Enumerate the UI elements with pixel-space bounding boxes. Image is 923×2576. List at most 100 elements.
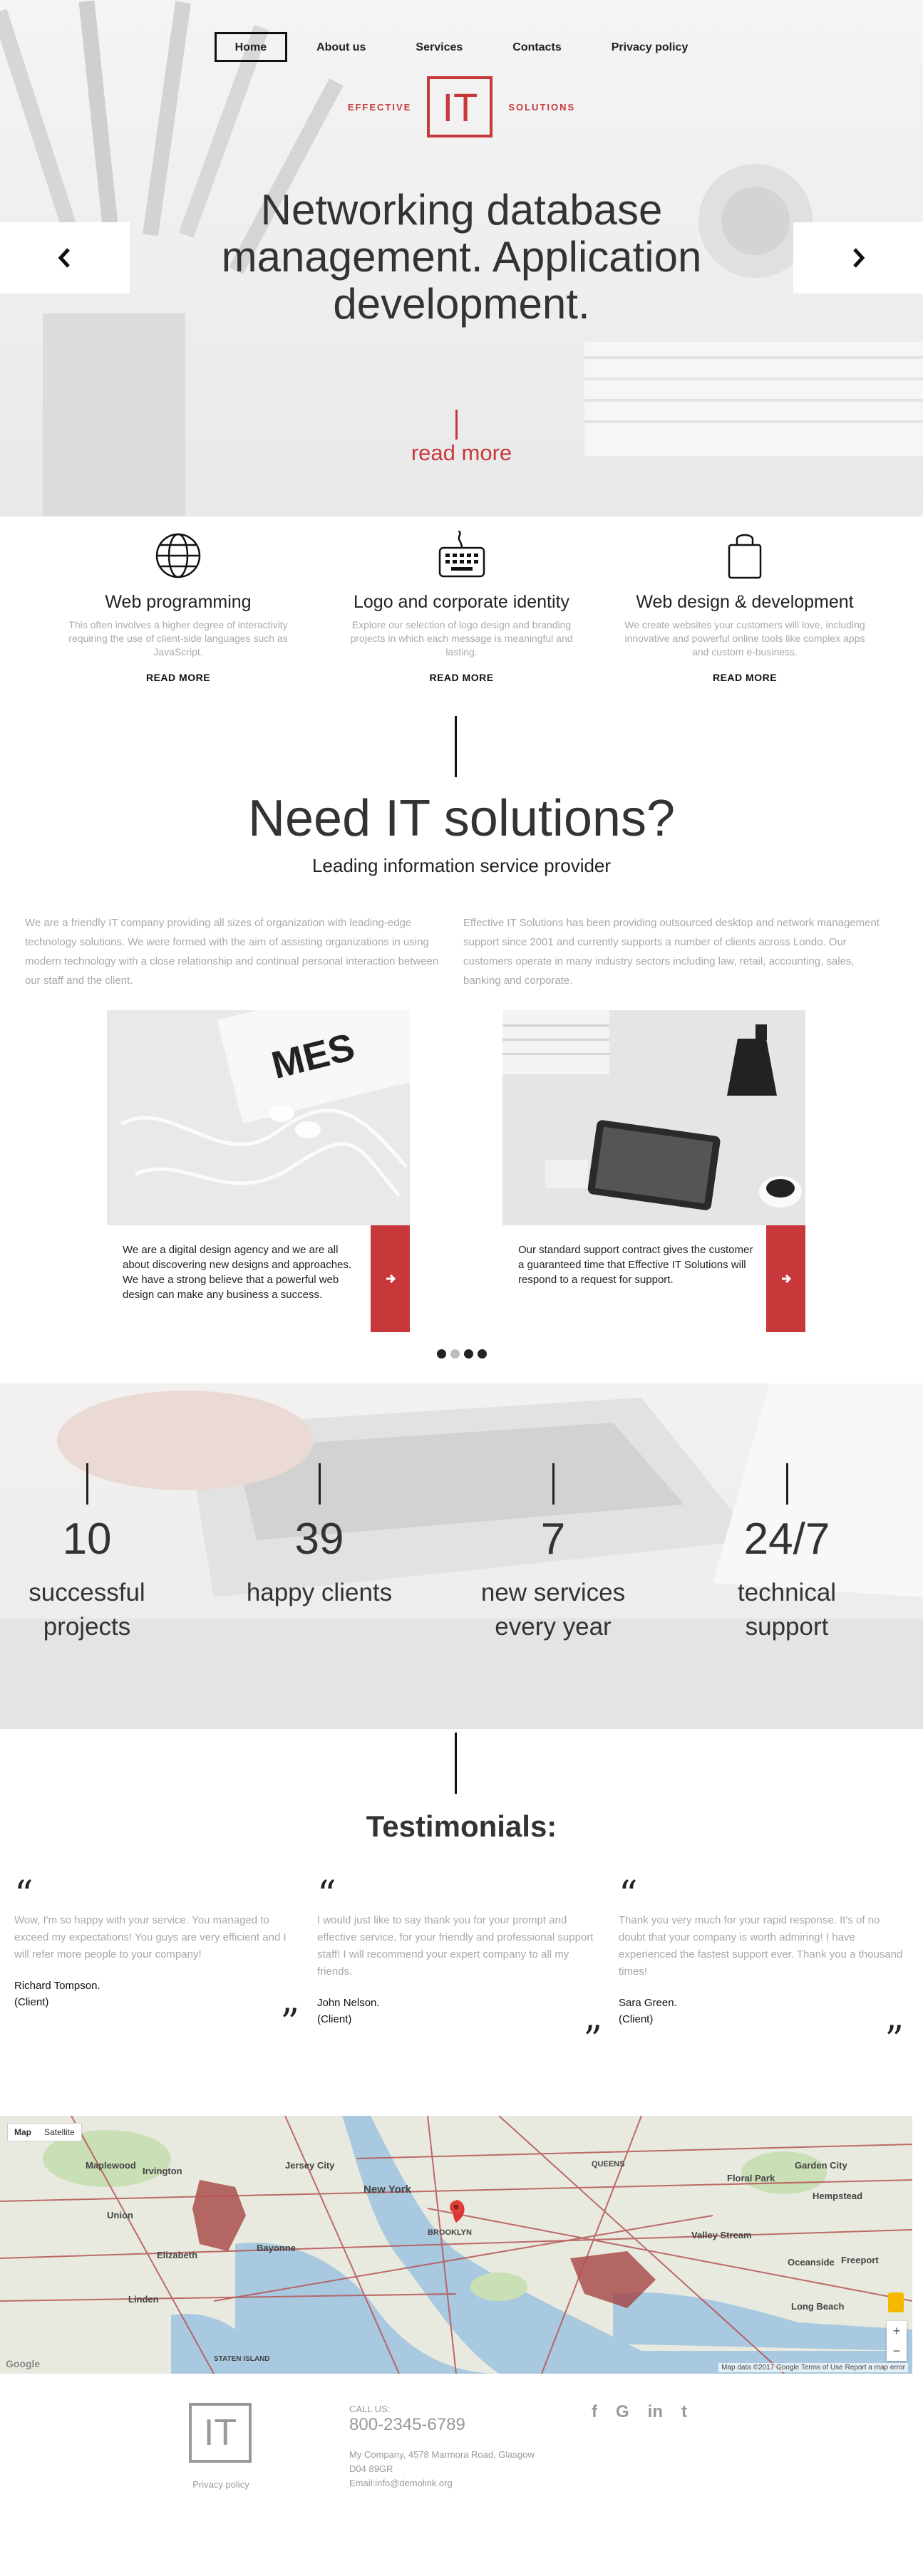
map-label: Long Beach bbox=[791, 2301, 845, 2312]
map-label: BROOKLYN bbox=[428, 2228, 472, 2237]
section-title: Need IT solutions? bbox=[247, 790, 676, 847]
testimonial-item: “ Thank you very much for your rapid res… bbox=[619, 1876, 904, 2059]
map-label: Freeport bbox=[841, 2255, 879, 2265]
feature-title: Web design & development bbox=[636, 592, 854, 612]
card-body: We are a digital design agency and we ar… bbox=[107, 1225, 410, 1332]
section-subtitle: Leading information service provider bbox=[311, 855, 612, 876]
map-label: Hempstead bbox=[813, 2191, 863, 2201]
close-quote-icon: ” bbox=[885, 2019, 904, 2062]
shopping-bag-icon bbox=[728, 534, 762, 579]
slider-dot[interactable] bbox=[477, 1349, 487, 1359]
section-divider bbox=[455, 1733, 457, 1794]
stat-number: 39 bbox=[294, 1515, 344, 1564]
stat-label: new services every year bbox=[480, 1579, 626, 1641]
logo-word-right: SOLUTIONS bbox=[508, 101, 576, 113]
map-canvas[interactable] bbox=[0, 2116, 912, 2374]
testimonial-text: Thank you very much for your rapid respo… bbox=[619, 1914, 903, 1978]
nav-privacy-policy[interactable]: Privacy policy bbox=[591, 32, 709, 62]
map-label: Bayonne bbox=[257, 2243, 296, 2253]
main-nav: Home About us Services Contacts Privacy … bbox=[0, 32, 923, 62]
google-logo[interactable]: Google bbox=[6, 2358, 40, 2369]
google-map[interactable]: Map Satellite Jersey City New York QUEEN… bbox=[0, 2116, 912, 2374]
stat-services: 7 new services every year bbox=[446, 1463, 660, 1644]
card-image-headphones: MES bbox=[107, 1010, 410, 1225]
hero-read-more-link[interactable]: read more bbox=[0, 440, 923, 466]
nav-home[interactable]: Home bbox=[214, 32, 288, 62]
map-label: STATEN ISLAND bbox=[214, 2355, 270, 2363]
slider-pagination bbox=[0, 1349, 923, 1359]
globe-icon bbox=[155, 533, 201, 578]
feature-text: This often involves a higher degree of i… bbox=[68, 619, 288, 658]
street-view-pegman-icon[interactable] bbox=[888, 2292, 904, 2312]
map-tab-satellite[interactable]: Satellite bbox=[38, 2124, 81, 2141]
testimonial-author: Richard Tompson. (Client) bbox=[14, 1980, 100, 2008]
map-label: Linden bbox=[128, 2294, 159, 2305]
info-card: MES We are a digital design agency and w… bbox=[107, 1010, 410, 1332]
slider-prev-button[interactable] bbox=[0, 222, 130, 294]
feature-logo-identity: Logo and corporate identity Explore our … bbox=[337, 527, 587, 685]
zoom-in-button[interactable]: + bbox=[887, 2321, 907, 2341]
stat-clients: 39 happy clients bbox=[212, 1463, 426, 1610]
arrow-right-icon bbox=[781, 1274, 791, 1284]
card-body: Our standard support contract gives the … bbox=[502, 1225, 805, 1332]
map-tab-map[interactable]: Map bbox=[8, 2124, 38, 2141]
feature-read-more-link[interactable]: READ MORE bbox=[146, 672, 210, 683]
feature-web-design: Web design & development We create websi… bbox=[620, 527, 870, 685]
close-quote-icon: ” bbox=[280, 2002, 299, 2045]
stat-projects: 10 successful projects bbox=[0, 1463, 194, 1644]
address-line: D04 89GR bbox=[349, 2463, 393, 2474]
zoom-out-button[interactable]: − bbox=[887, 2341, 907, 2361]
slider-dot[interactable] bbox=[436, 1349, 446, 1359]
footer-email[interactable]: Email:info@demolink.org bbox=[349, 2476, 577, 2491]
map-label: Garden City bbox=[795, 2160, 847, 2171]
features-row: Web programming This often involves a hi… bbox=[53, 527, 870, 685]
testimonial-item: “ Wow, I'm so happy with your service. Y… bbox=[14, 1874, 299, 2042]
hero-title: Networking database management. Applicat… bbox=[221, 186, 702, 328]
map-label: QUEENS bbox=[592, 2160, 625, 2169]
card-arrow-button[interactable] bbox=[371, 1225, 410, 1332]
chevron-right-icon bbox=[853, 248, 865, 268]
open-quote-icon: “ bbox=[317, 1874, 336, 1916]
nav-services[interactable]: Services bbox=[395, 32, 483, 62]
info-card: Our standard support contract gives the … bbox=[502, 1010, 805, 1332]
map-zoom-control: + − bbox=[887, 2321, 907, 2361]
site-logo[interactable]: EFFECTIVE IT SOLUTIONS bbox=[0, 75, 923, 139]
footer-logo[interactable]: IT bbox=[189, 2403, 252, 2463]
map-type-toggle[interactable]: Map Satellite bbox=[7, 2123, 82, 2141]
logo-word-left: EFFECTIVE bbox=[347, 101, 412, 113]
nav-about-us[interactable]: About us bbox=[296, 32, 386, 62]
open-quote-icon: “ bbox=[14, 1874, 33, 1916]
twitter-icon[interactable]: t bbox=[681, 2402, 687, 2422]
section-divider bbox=[455, 716, 457, 777]
map-attribution[interactable]: Map data ©2017 Google Terms of Use Repor… bbox=[718, 2363, 908, 2372]
close-quote-icon: ” bbox=[583, 2019, 602, 2062]
stat-support: 24/7 technical support bbox=[680, 1463, 894, 1644]
testimonial-author: Sara Green. (Client) bbox=[619, 1997, 677, 2025]
card-image-coffee-tablet bbox=[502, 1010, 805, 1225]
footer-phone[interactable]: 800-2345-6789 bbox=[349, 2415, 465, 2435]
footer-privacy-policy-link[interactable]: Privacy policy bbox=[175, 2479, 267, 2490]
linkedin-icon[interactable]: in bbox=[648, 2402, 663, 2422]
card-arrow-button[interactable] bbox=[766, 1225, 805, 1332]
map-label: Union bbox=[107, 2210, 133, 2221]
slider-dot[interactable] bbox=[463, 1349, 473, 1359]
social-links: f G in t bbox=[592, 2402, 687, 2422]
map-label: Jersey City bbox=[285, 2160, 335, 2171]
facebook-icon[interactable]: f bbox=[592, 2402, 597, 2422]
feature-read-more-link[interactable]: READ MORE bbox=[429, 672, 493, 683]
feature-web-programming: Web programming This often involves a hi… bbox=[53, 527, 303, 685]
map-label: Valley Stream bbox=[691, 2230, 752, 2240]
hero-divider bbox=[455, 410, 458, 440]
testimonial-author: John Nelson. (Client) bbox=[317, 1997, 380, 2025]
logo-mark: IT bbox=[427, 76, 493, 137]
stat-label: successful projects bbox=[29, 1579, 145, 1641]
google-plus-icon[interactable]: G bbox=[616, 2402, 629, 2422]
arrow-right-icon bbox=[386, 1274, 396, 1284]
feature-read-more-link[interactable]: READ MORE bbox=[713, 672, 777, 683]
feature-text: We create websites your customers will l… bbox=[624, 619, 865, 658]
stats-section: 10 successful projects 39 happy clients 7… bbox=[0, 1383, 923, 1729]
nav-contacts[interactable]: Contacts bbox=[492, 32, 582, 62]
stat-number: 24/7 bbox=[743, 1515, 830, 1564]
slider-dot[interactable] bbox=[450, 1349, 460, 1359]
slider-next-button[interactable] bbox=[793, 222, 923, 294]
